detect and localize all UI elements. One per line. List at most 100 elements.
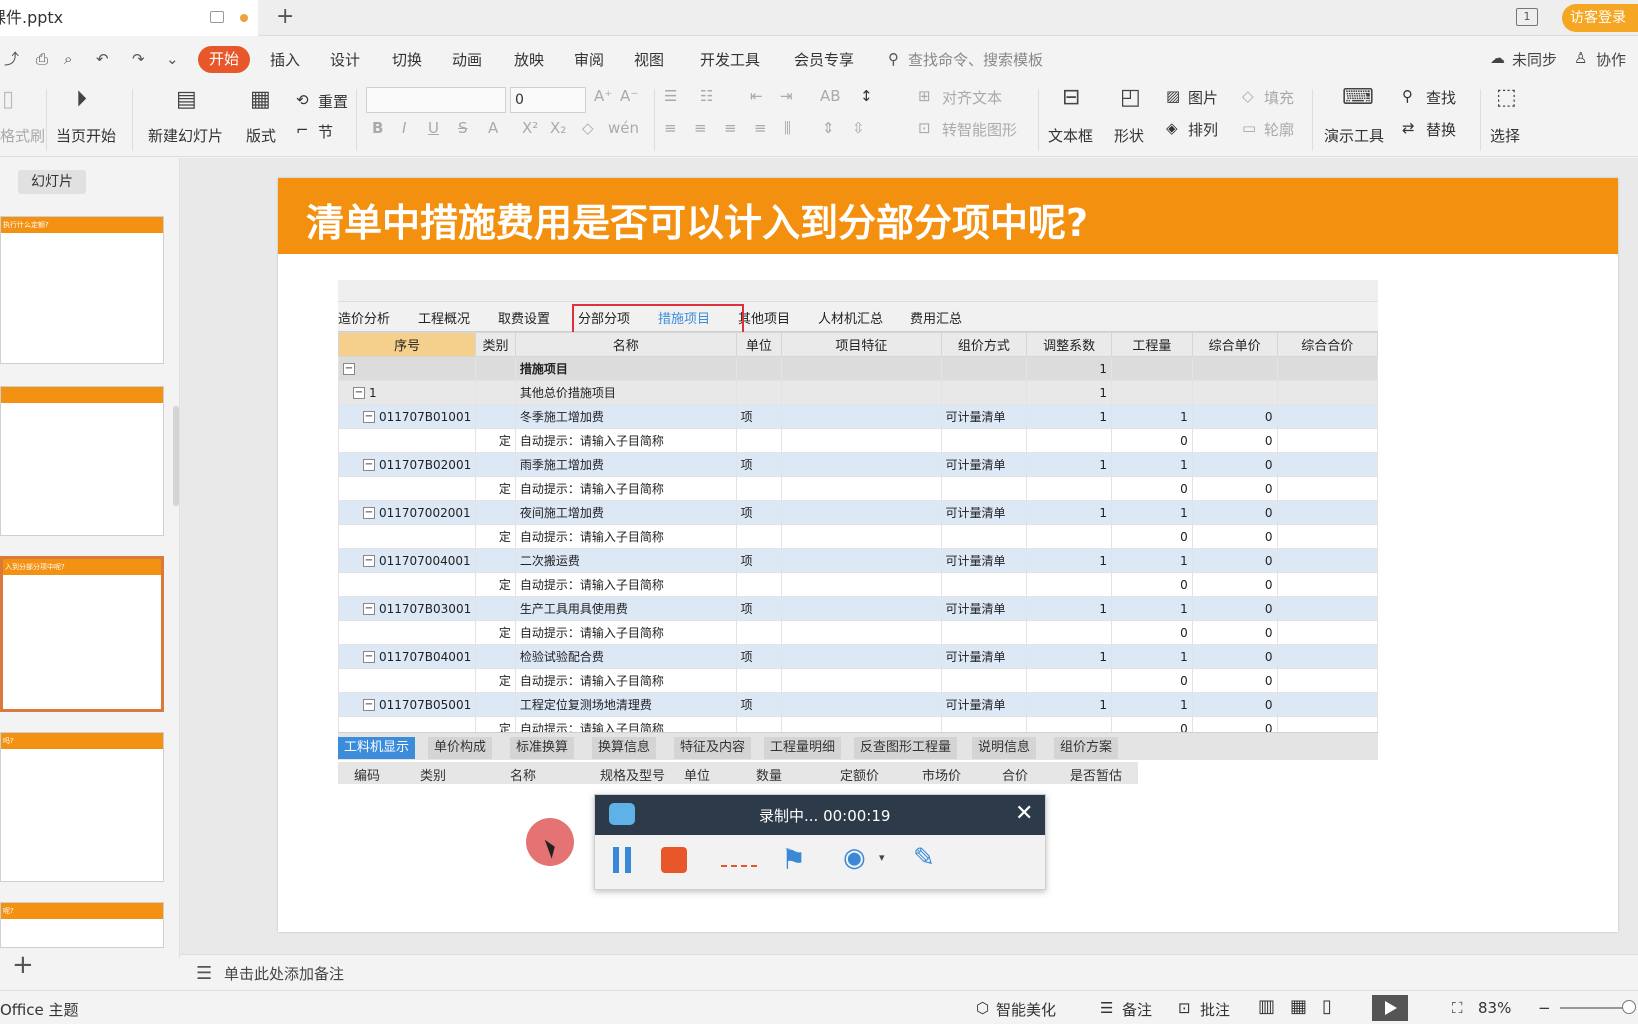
table-row[interactable]: 定自动提示：请输入子目简称 0 0 [338,668,1378,693]
collapse-icon[interactable]: − [343,363,355,375]
shape-icon[interactable]: ◰ [1120,85,1141,110]
outline-icon[interactable]: ▭ [1242,119,1256,137]
subscript-icon[interactable]: X₂ [550,119,566,137]
outline-button[interactable]: 轮廓 [1264,119,1294,140]
normal-view-icon[interactable]: ▥ [1258,996,1275,1017]
notes-pane[interactable]: ☰ 单击此处添加备注 [180,954,1638,990]
thumbnail-scrollbar[interactable] [173,406,179,506]
format-painter-label[interactable]: 格式刷 [0,125,45,146]
strikethrough-icon[interactable]: S [458,119,468,137]
replace-icon[interactable]: ⇄ [1402,119,1415,137]
embedded-software-screenshot[interactable]: 造价分析 工程概况 取费设置 分部分项 措施项目 其他项目 人材机汇总 费用汇总… [338,280,1378,790]
select-button[interactable]: 选择 [1490,125,1520,146]
menu-home[interactable]: 开始 [198,46,250,73]
table-row[interactable]: − 措施项目 1 [338,356,1378,381]
shape-button[interactable]: 形状 [1114,125,1144,146]
fit-window-icon[interactable]: ⛶ [1452,999,1463,1017]
line-tool-icon[interactable] [721,865,757,867]
justify-icon[interactable]: ≡ [754,119,767,137]
replace-button[interactable]: 替换 [1426,119,1456,140]
slide-thumbnail[interactable]: 吗? [0,732,164,882]
columns-icon[interactable]: ⫼ [784,119,791,137]
menu-member[interactable]: 会员专享 [794,49,854,70]
font-color-icon[interactable]: A [488,119,498,137]
sync-status[interactable]: 未同步 [1512,49,1557,70]
sorter-view-icon[interactable]: ▦ [1290,996,1307,1017]
marker-flag-icon[interactable]: ⚑ [781,843,806,876]
zoom-slider[interactable] [1560,1007,1630,1009]
collapse-icon[interactable]: − [363,459,375,471]
play-circle-icon[interactable]: ⏵ [76,87,87,112]
align-text-icon[interactable]: ⊞ [918,87,931,105]
smartart-button[interactable]: 转智能图形 [942,119,1017,140]
menu-slideshow[interactable]: 放映 [514,49,544,70]
collapse-icon[interactable]: − [363,699,375,711]
italic-icon[interactable]: I [402,119,406,137]
bullet-list-icon[interactable]: ☰ [664,87,677,105]
menu-view[interactable]: 视图 [634,49,664,70]
command-search-input[interactable]: 查找命令、搜索模板 [908,49,1043,70]
play-current-button[interactable]: 当页开始 [56,125,116,146]
pen-icon[interactable]: ✎ [913,843,935,873]
table-row[interactable]: −1 其他总价措施项目 1 [338,380,1378,405]
underline-icon[interactable]: U [428,119,439,137]
monitor-icon[interactable] [210,11,224,23]
para-spacing-icon[interactable]: ⇳ [852,119,865,137]
bold-icon[interactable]: B [372,119,383,137]
comment-button[interactable]: 批注 [1200,999,1230,1020]
present-tools-icon[interactable]: ⌨ [1342,85,1374,110]
table-row[interactable]: 定自动提示：请输入子目简称 0 0 [338,524,1378,549]
present-tools-button[interactable]: 演示工具 [1324,125,1384,146]
layout-button[interactable]: 版式 [246,125,276,146]
new-tab-plus-icon[interactable]: + [276,4,294,29]
table-row[interactable]: 定自动提示：请输入子目简称 0 0 [338,620,1378,645]
increase-indent-icon[interactable]: ⇥ [780,87,793,105]
close-icon[interactable]: ✕ [1015,801,1033,826]
layout-icon[interactable]: ▦ [250,87,271,112]
table-row[interactable]: −011707B03001 生产工具用具使用费项可计量清单 1 1 0 [338,596,1378,621]
phonetic-icon[interactable]: wén [608,119,639,137]
increase-font-icon[interactable]: A⁺ [594,87,612,105]
font-name-select[interactable] [366,87,506,113]
picture-icon[interactable]: ▨ [1166,87,1180,105]
table-row[interactable]: −011707B01001 冬季施工增加费项可计量清单 1 1 0 [338,404,1378,429]
stop-button[interactable] [661,847,687,873]
customize-chevron-icon[interactable]: ⌄ [166,51,182,67]
arrange-icon[interactable]: ◈ [1166,119,1178,137]
menu-design[interactable]: 设计 [330,49,360,70]
table-row[interactable]: 定自动提示：请输入子目简称 0 0 [338,476,1378,501]
line-spacing-icon[interactable]: ⇕ [822,119,835,137]
table-row[interactable]: −011707B04001 检验试验配合费项可计量清单 1 1 0 [338,644,1378,669]
text-direction-icon[interactable]: AB [820,87,841,105]
collaborate-button[interactable]: 协作 [1596,49,1626,70]
reset-icon[interactable]: ⟲ [296,91,309,109]
menu-animation[interactable]: 动画 [452,49,482,70]
fill-icon[interactable]: ◇ [1242,87,1254,105]
sort-icon[interactable]: ↕ [860,87,873,105]
arrange-button[interactable]: 排列 [1188,119,1218,140]
align-left-icon[interactable]: ≡ [664,119,677,137]
table-row[interactable]: −011707B05001 工程定位复测场地清理费项可计量清单 1 1 0 [338,692,1378,717]
slide-thumbnail[interactable] [0,386,164,536]
table-row[interactable]: −011707B02001 雨季施工增加费项可计量清单 1 1 0 [338,452,1378,477]
collapse-icon[interactable]: − [363,555,375,567]
menu-developer[interactable]: 开发工具 [700,49,760,70]
add-slide-plus-icon[interactable]: + [12,950,34,980]
textbox-icon[interactable]: ⊟ [1062,85,1080,110]
slide-thumbnail[interactable]: 呢? [0,902,164,948]
notes-toggle-icon[interactable]: ☰ [1100,999,1113,1017]
notes-toggle-button[interactable]: 备注 [1122,999,1152,1020]
textbox-button[interactable]: 文本框 [1048,125,1093,146]
menu-transition[interactable]: 切换 [392,49,422,70]
zoom-out-icon[interactable]: − [1538,999,1551,1017]
collapse-icon[interactable]: − [363,603,375,615]
new-slide-icon[interactable]: ▤ [176,87,197,112]
menu-review[interactable]: 审阅 [574,49,604,70]
align-text-button[interactable]: 对齐文本 [942,87,1002,108]
comment-icon[interactable]: ⊡ [1178,999,1191,1017]
collapse-icon[interactable]: − [353,387,365,399]
align-center-icon[interactable]: ≡ [694,119,707,137]
cloud-sync-icon[interactable]: ☁ [1490,49,1505,67]
reset-button[interactable]: 重置 [318,91,348,112]
fill-button[interactable]: 填充 [1264,87,1294,108]
